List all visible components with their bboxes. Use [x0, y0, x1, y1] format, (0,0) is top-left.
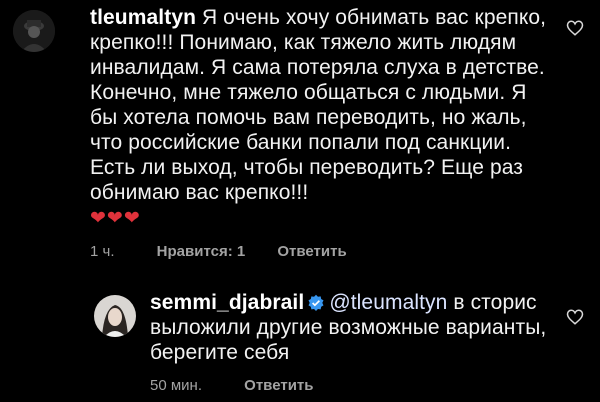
comment-time: 50 мин.	[150, 377, 202, 394]
comment-meta: 50 мин. Ответить	[150, 377, 550, 394]
comment-body: semmi_djabrail @tleumaltyn в сторис выло…	[150, 290, 550, 394]
avatar[interactable]	[13, 10, 55, 52]
reply-button[interactable]: Ответить	[277, 243, 346, 260]
likes-count[interactable]: Нравится: 1	[157, 243, 246, 260]
avatar[interactable]	[94, 295, 136, 337]
verified-badge-icon	[308, 294, 324, 311]
comment-message: Я очень хочу обнимать вас крепко, крепко…	[90, 6, 547, 204]
comment-text: tleumaltyn Я очень хочу обнимать вас кре…	[90, 5, 550, 205]
username[interactable]: tleumaltyn	[90, 6, 196, 29]
heart-outline-icon[interactable]	[566, 19, 584, 37]
heart-outline-icon[interactable]	[566, 308, 584, 326]
heart-emojis: ❤❤❤	[90, 208, 141, 229]
comment-text: semmi_djabrail @tleumaltyn в сторис выло…	[150, 290, 550, 365]
comment-meta: 1 ч. Нравится: 1 Ответить	[90, 243, 550, 260]
mention-link[interactable]: @tleumaltyn	[329, 291, 447, 314]
comment-body: tleumaltyn Я очень хочу обнимать вас кре…	[90, 5, 550, 260]
comment-time: 1 ч.	[90, 243, 115, 260]
username[interactable]: semmi_djabrail	[150, 291, 304, 314]
reply-button[interactable]: Ответить	[244, 377, 313, 394]
